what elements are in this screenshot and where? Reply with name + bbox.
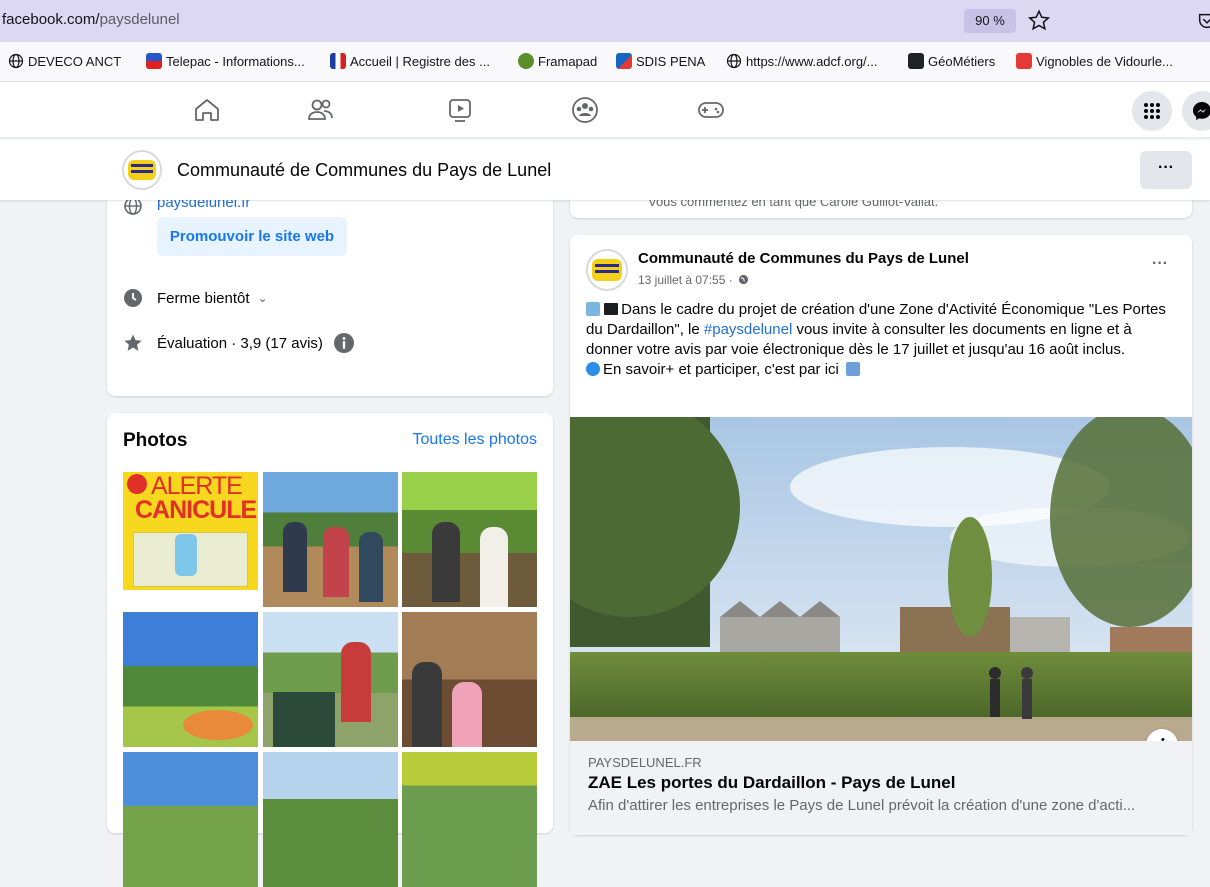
friends-icon[interactable] [304, 94, 338, 126]
alert-subheading: CANICULE [135, 496, 257, 524]
public-globe-icon [738, 274, 749, 285]
vignobles-icon [1016, 53, 1032, 69]
bookmark-registre[interactable]: Accueil | Registre des ... [330, 53, 490, 69]
bookmark-label: DEVECO ANCT [28, 53, 122, 69]
post-date-text: 13 juillet à 07:55 · [638, 273, 733, 287]
link-title: ZAE Les portes du Dardaillon - Pays de L… [588, 773, 956, 792]
bookmark-sdis[interactable]: SDIS PENA [616, 53, 705, 69]
watch-video-icon[interactable] [443, 94, 477, 126]
bookmark-vignobles[interactable]: Vignobles de Vidourle... [1016, 53, 1173, 69]
gaming-icon[interactable] [694, 94, 728, 126]
zoom-level-button[interactable]: 90 % [964, 9, 1016, 33]
page-more-button[interactable]: ··· [1140, 151, 1192, 189]
arrow-down-emoji-icon [846, 362, 861, 376]
photo-thumbnail-event-1[interactable] [263, 472, 398, 607]
photo-thumbnail-event-2[interactable] [402, 472, 537, 607]
menu-grid-button[interactable] [1132, 91, 1172, 131]
chevron-down-icon: ⌄ [257, 291, 268, 305]
post-options-button[interactable]: ··· [1152, 255, 1168, 273]
bookmarks-bar: DEVECO ANCT Telepac - Informations... Ac… [0, 42, 1210, 82]
bookmark-label: SDIS PENA [636, 53, 706, 69]
bookmark-framapad[interactable]: Framapad [518, 53, 597, 69]
laptop-emoji-icon [604, 303, 619, 315]
photo-thumbnail-event-7[interactable] [263, 752, 398, 887]
browser-url-bar[interactable]: facebook.com/paysdelunel 90 % [0, 0, 1210, 42]
facebook-nav-bar [0, 82, 1210, 138]
url-domain: facebook.com/ [2, 11, 100, 28]
sdis-icon [616, 53, 632, 69]
link-description: Afin d'attirer les entreprises le Pays d… [588, 797, 1136, 814]
bookmark-label: Telepac - Informations... [166, 53, 305, 69]
page-avatar[interactable] [122, 150, 162, 190]
page-name[interactable]: Communauté de Communes du Pays de Lunel [177, 160, 551, 181]
globe-icon [726, 53, 742, 69]
bookmark-label: Vignobles de Vidourle... [1036, 53, 1173, 69]
post-link-image[interactable] [570, 417, 1192, 741]
post-card: Communauté de Communes du Pays de Lunel … [570, 235, 1192, 835]
link-preview[interactable]: PAYSDELUNEL.FR ZAE Les portes du Dardail… [570, 741, 1192, 835]
post-author[interactable]: Communauté de Communes du Pays de Lunel [638, 250, 969, 267]
rating-text: Évaluation · 3,9 (17 avis) [157, 334, 323, 352]
bookmark-geometiers[interactable]: GéoMétiers [908, 53, 995, 69]
bookmark-label: https://www.adcf.org/... [746, 53, 878, 69]
info-icon[interactable] [333, 332, 355, 354]
registre-icon [330, 53, 346, 69]
star-icon [124, 334, 142, 351]
promote-website-button[interactable]: Promouvoir le site web [157, 217, 347, 256]
see-all-photos-link[interactable]: Toutes les photos [412, 431, 537, 449]
link-domain: PAYSDELUNEL.FR [588, 755, 702, 770]
geometiers-icon [908, 53, 924, 69]
photo-thumbnail-event-5[interactable] [402, 612, 537, 747]
post-page-avatar[interactable] [586, 249, 628, 291]
bookmark-label: Framapad [538, 53, 598, 69]
globe-icon [8, 53, 24, 69]
bookmark-adcf[interactable]: https://www.adcf.org/... [726, 53, 878, 69]
photo-thumbnail-event-8[interactable] [402, 752, 537, 887]
bookmark-deveco[interactable]: DEVECO ANCT [8, 53, 121, 69]
photo-thumbnail-event-6[interactable] [123, 752, 258, 887]
url-text[interactable]: facebook.com/paysdelunel [2, 11, 180, 28]
hours-row[interactable]: Ferme bientôt ⌄ [123, 288, 268, 308]
photo-thumbnail-event-4[interactable] [263, 612, 398, 747]
building-emoji-icon [586, 302, 600, 316]
home-icon[interactable] [190, 94, 224, 126]
page-sticky-header: Communauté de Communes du Pays de Lunel … [0, 140, 1210, 200]
hashtag-link[interactable]: #paysdelunel [704, 321, 792, 338]
photos-card: Photos Toutes les photos ALERTE CANICULE [107, 413, 553, 887]
post-text: Dans le cadre du projet de création d'un… [586, 300, 1178, 380]
url-path: paysdelunel [99, 11, 180, 28]
post-text-part-c: En savoir+ et participer, c'est par ici [603, 361, 839, 378]
bookmark-telepac[interactable]: Telepac - Informations... [146, 53, 305, 69]
messenger-button[interactable] [1182, 91, 1210, 131]
rating-row: Évaluation · 3,9 (17 avis) [123, 332, 355, 354]
bookmark-label: GéoMétiers [928, 53, 996, 69]
bookmark-star-icon[interactable] [1026, 8, 1052, 34]
sun-icon [127, 474, 147, 494]
messenger-icon [1193, 102, 1210, 120]
intro-card: paysdelunel.fr Promouvoir le site web Fe… [107, 170, 553, 396]
photos-title: Photos [123, 430, 188, 451]
clock-icon [124, 289, 142, 307]
grid-icon [1144, 103, 1160, 119]
framapad-icon [518, 53, 534, 69]
pocket-icon[interactable] [1196, 10, 1210, 32]
bookmark-label: Accueil | Registre des ... [350, 53, 490, 69]
photo-thumbnail-event-3[interactable] [123, 612, 258, 747]
hours-text: Ferme bientôt [157, 289, 250, 307]
photo-thumbnail-alert[interactable]: ALERTE CANICULE [123, 472, 258, 607]
groups-icon[interactable] [568, 94, 602, 126]
telepac-icon [146, 53, 162, 69]
post-date[interactable]: 13 juillet à 07:55 · [638, 273, 749, 287]
zae-rendering-image [570, 417, 1192, 741]
info-emoji-icon [586, 362, 600, 376]
